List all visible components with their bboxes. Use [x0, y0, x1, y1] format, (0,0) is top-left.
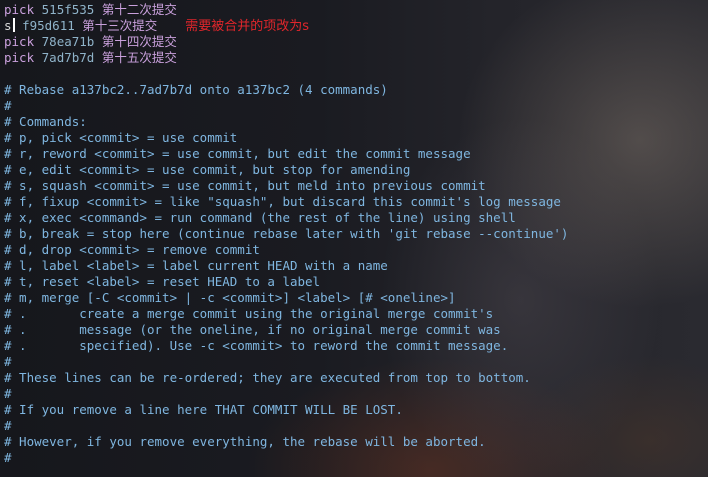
- comment-line: # If you remove a line here THAT COMMIT …: [4, 402, 403, 417]
- commit-message: 第十三次提交: [82, 18, 158, 33]
- comment-line: # p, pick <commit> = use commit: [4, 130, 238, 145]
- comment-line: # x, exec <command> = run command (the r…: [4, 210, 516, 225]
- annotation-note: 需要被合并的项改为s: [185, 19, 310, 34]
- text-cursor: [12, 18, 15, 32]
- todo-line-1[interactable]: pick 515f535 第十二次提交: [4, 2, 704, 18]
- commit-message: 第十二次提交: [101, 2, 177, 17]
- editor-buffer[interactable]: pick 515f535 第十二次提交 s f95d611 第十三次提交 需要被合…: [4, 2, 704, 466]
- comment-line: #: [4, 354, 12, 369]
- todo-command[interactable]: pick: [4, 50, 34, 65]
- comment-line: # . message (or the oneline, if no origi…: [4, 322, 501, 337]
- commit-hash: f95d611: [22, 18, 75, 33]
- comment-line: # Commands:: [4, 114, 87, 129]
- todo-command[interactable]: pick: [4, 34, 34, 49]
- todo-command[interactable]: s: [4, 18, 12, 33]
- comment-line: # e, edit <commit> = use commit, but sto…: [4, 162, 411, 177]
- comment-line: # These lines can be re-ordered; they ar…: [4, 370, 531, 385]
- comment-line: # t, reset <label> = reset HEAD to a lab…: [4, 274, 321, 289]
- comment-line: # r, reword <commit> = use commit, but e…: [4, 146, 471, 161]
- comment-line: # l, label <label> = label current HEAD …: [4, 258, 388, 273]
- comment-line: # s, squash <commit> = use commit, but m…: [4, 178, 486, 193]
- comment-line: # m, merge [-C <commit> | -c <commit>] <…: [4, 290, 456, 305]
- comment-line: # d, drop <commit> = remove commit: [4, 242, 260, 257]
- comment-line: # b, break = stop here (continue rebase …: [4, 226, 569, 241]
- todo-command[interactable]: pick: [4, 2, 34, 17]
- commit-hash: 7ad7b7d: [41, 50, 95, 65]
- comment-line: # f, fixup <commit> = like "squash", but…: [4, 194, 561, 209]
- comment-line: # However, if you remove everything, the…: [4, 434, 486, 449]
- commit-hash: 78ea71b: [41, 34, 95, 49]
- commit-message: 第十四次提交: [101, 34, 177, 49]
- todo-line-3[interactable]: pick 78ea71b 第十四次提交: [4, 34, 704, 50]
- todo-line-2[interactable]: s f95d611 第十三次提交 需要被合并的项改为s: [4, 18, 704, 34]
- todo-line-4[interactable]: pick 7ad7b7d 第十五次提交: [4, 50, 704, 66]
- comment-line: # . specified). Use -c <commit> to rewor…: [4, 338, 509, 353]
- comment-line: # Rebase a137bc2..7ad7b7d onto a137bc2 (…: [4, 82, 388, 97]
- commit-message: 第十五次提交: [101, 50, 177, 65]
- comment-line: #: [4, 386, 12, 401]
- comment-line: #: [4, 418, 12, 433]
- comment-line: #: [4, 450, 12, 465]
- commit-hash: 515f535: [41, 2, 95, 17]
- comment-line: # . create a merge commit using the orig…: [4, 306, 494, 321]
- comment-line: #: [4, 98, 12, 113]
